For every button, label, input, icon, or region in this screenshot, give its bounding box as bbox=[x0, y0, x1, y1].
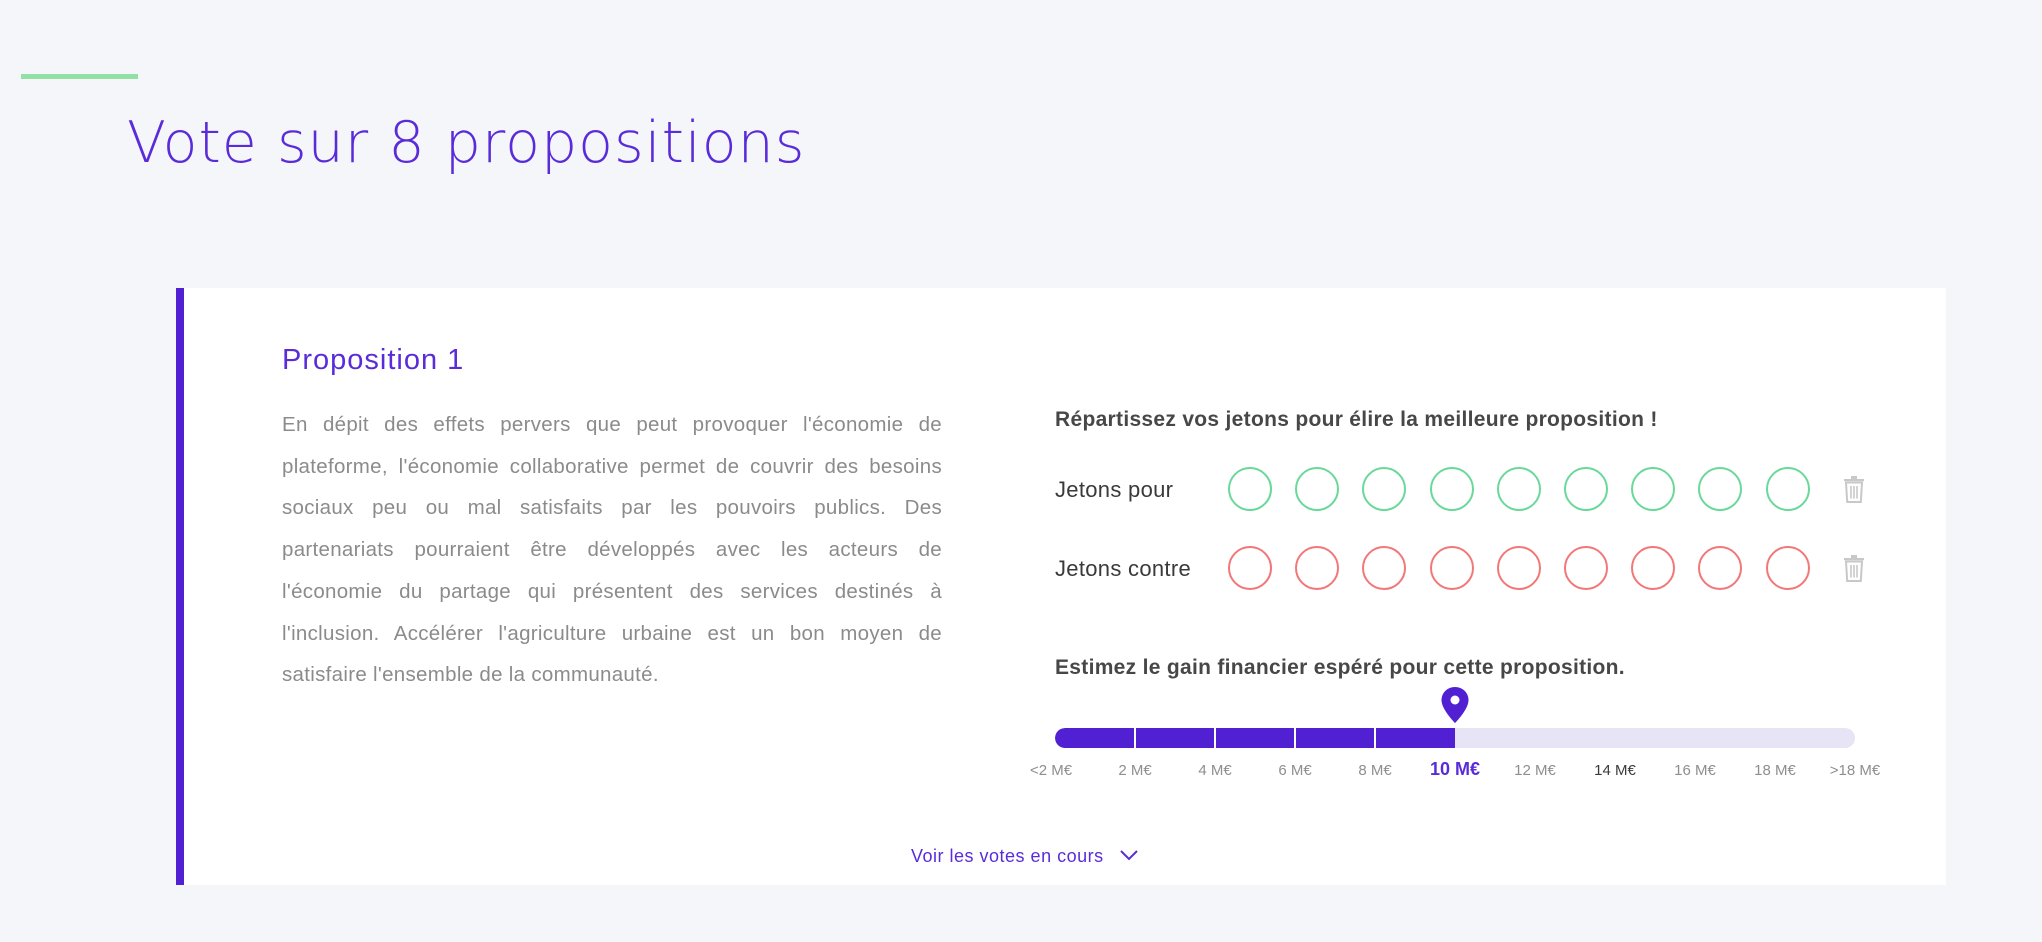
token-pour[interactable] bbox=[1362, 467, 1407, 511]
slider-divider bbox=[1294, 728, 1296, 748]
proposition-title: Proposition 1 bbox=[282, 344, 465, 376]
gain-slider[interactable]: <2 M€ 2 M€ 4 M€ 6 M€ 8 M€ 10 M€ 12 M€ 14 M€ 16 M… bbox=[1030, 687, 1880, 788]
token-pour[interactable] bbox=[1496, 467, 1541, 511]
slider-tick-label[interactable]: 18 M€ bbox=[1754, 762, 1796, 779]
token-pour[interactable] bbox=[1631, 467, 1676, 511]
token-contre[interactable] bbox=[1362, 546, 1407, 590]
token-pour[interactable] bbox=[1564, 467, 1608, 511]
slider-tick-label[interactable]: 16 M€ bbox=[1674, 762, 1716, 779]
slider-tick-label[interactable]: 12 M€ bbox=[1514, 762, 1556, 779]
token-contre[interactable] bbox=[1765, 546, 1810, 590]
token-contre[interactable] bbox=[1698, 546, 1743, 590]
token-contre[interactable] bbox=[1631, 546, 1676, 590]
location-pin-icon[interactable] bbox=[1440, 686, 1470, 724]
tokens-pour-row: Jetons pour bbox=[1055, 465, 1915, 515]
slider-tick-label[interactable]: 14 M€ bbox=[1594, 762, 1636, 779]
token-pour[interactable] bbox=[1295, 467, 1340, 511]
vote-panel: Répartissez vos jetons pour élire la mei… bbox=[1030, 288, 1935, 885]
chevron-down-icon bbox=[1120, 850, 1138, 861]
slider-divider bbox=[1374, 728, 1376, 748]
slider-tick-label[interactable]: 8 M€ bbox=[1358, 762, 1391, 779]
estimate-heading: Estimez le gain financier espéré pour ce… bbox=[1055, 656, 1625, 679]
trash-icon[interactable] bbox=[1843, 475, 1865, 503]
slider-tick-label[interactable]: 6 M€ bbox=[1278, 762, 1311, 779]
proposition-description: En dépit des effets pervers que peut pro… bbox=[282, 413, 942, 687]
token-contre[interactable] bbox=[1429, 546, 1474, 590]
title-accent-line bbox=[21, 74, 138, 79]
slider-divider bbox=[1134, 728, 1136, 748]
tokens-contre-label: Jetons contre bbox=[1055, 556, 1191, 581]
token-pour[interactable] bbox=[1228, 467, 1272, 511]
token-pour[interactable] bbox=[1429, 467, 1474, 511]
slider-tick-label[interactable]: <2 M€ bbox=[1030, 762, 1072, 779]
slider-tick-label[interactable]: 2 M€ bbox=[1118, 762, 1151, 779]
tokens-pour-label: Jetons pour bbox=[1055, 477, 1174, 502]
trash-icon[interactable] bbox=[1843, 554, 1865, 582]
token-pour[interactable] bbox=[1765, 467, 1810, 511]
see-votes-label: Voir les votes en cours bbox=[911, 846, 1104, 866]
page-title: Vote sur 8 propositions bbox=[127, 110, 806, 176]
tokens-heading: Répartissez vos jetons pour élire la mei… bbox=[1055, 408, 1658, 431]
token-pour[interactable] bbox=[1698, 467, 1743, 511]
tokens-contre-row: Jetons contre bbox=[1055, 544, 1915, 594]
proposition-card: Proposition 1 En dépit des effets perver… bbox=[176, 288, 1946, 885]
slider-track[interactable] bbox=[1055, 728, 1855, 748]
token-contre[interactable] bbox=[1564, 546, 1608, 590]
slider-divider bbox=[1214, 728, 1216, 748]
slider-tick-label[interactable]: >18 M€ bbox=[1830, 762, 1880, 779]
slider-tick-label[interactable]: 4 M€ bbox=[1198, 762, 1231, 779]
token-contre[interactable] bbox=[1496, 546, 1541, 590]
token-contre[interactable] bbox=[1228, 546, 1272, 590]
see-votes-link[interactable]: Voir les votes en cours bbox=[911, 846, 1139, 867]
slider-tick-label[interactable]: 10 M€ bbox=[1430, 759, 1480, 780]
slider-fill bbox=[1055, 728, 1455, 748]
token-contre[interactable] bbox=[1295, 546, 1340, 590]
